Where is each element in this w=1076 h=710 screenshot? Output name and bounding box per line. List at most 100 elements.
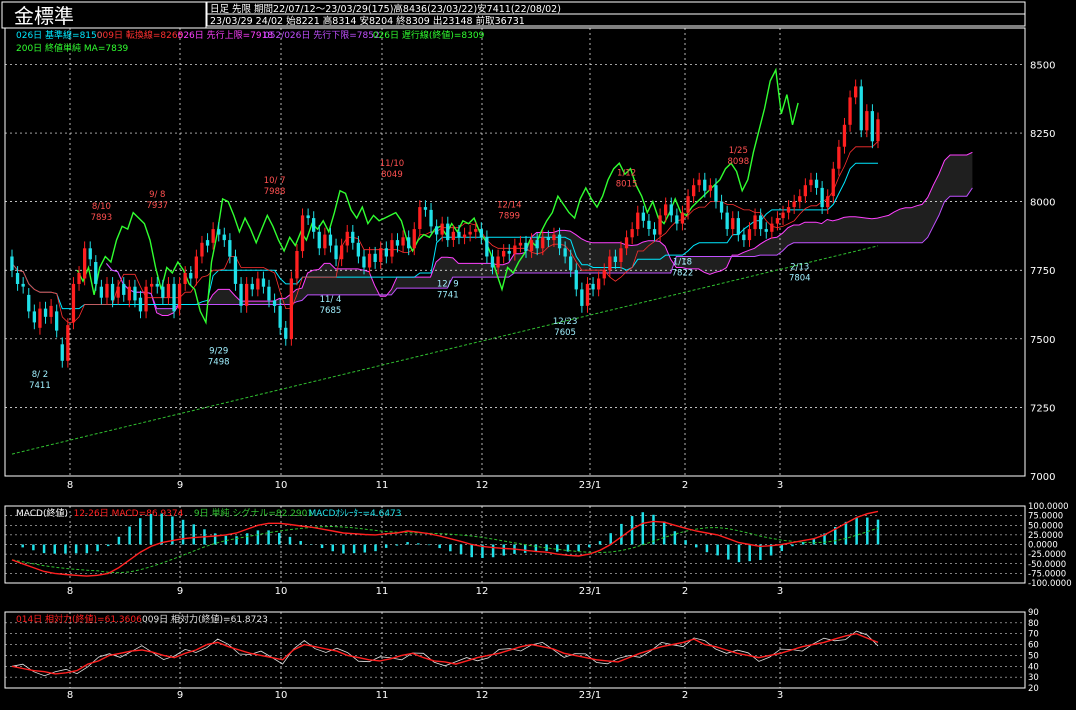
candle-body <box>379 248 383 262</box>
candle-body <box>211 229 215 243</box>
candle-body <box>820 187 824 208</box>
candle-body <box>390 240 394 257</box>
annotation-date: 8/10 <box>92 202 111 212</box>
candle-body <box>99 286 103 298</box>
x-tick-label: 10 <box>275 586 288 597</box>
candle-body <box>194 256 198 279</box>
candle-body <box>747 229 752 241</box>
candle-body <box>110 283 115 301</box>
candle-body <box>245 283 249 306</box>
candle-body <box>122 283 126 295</box>
candle-body <box>753 215 757 230</box>
candle-body <box>781 212 785 219</box>
rsi-legend-item: 009日 相対力(終値)=61.8723 <box>142 613 268 625</box>
macd-y-label: -100.0000 <box>1028 579 1072 589</box>
annotation-value: 7605 <box>554 328 576 338</box>
macd-y-label: 25.0000 <box>1028 531 1063 541</box>
y-tick-label: 8000 <box>1030 198 1055 209</box>
candle-body <box>474 229 478 232</box>
candle-body <box>814 179 819 188</box>
rsi-y-label: 90 <box>1028 608 1039 618</box>
candle-body <box>719 201 724 213</box>
candle-body <box>278 305 282 328</box>
macd-y-label: 100.0000 <box>1028 502 1069 512</box>
candle-body <box>569 256 573 271</box>
annotation-date: 11/ 4 <box>320 295 342 305</box>
candle-body <box>552 234 556 241</box>
ichimoku-cloud <box>106 152 973 316</box>
candle-body <box>692 185 696 197</box>
candle-body <box>736 218 740 235</box>
annotation-date: 9/ 8 <box>149 190 165 200</box>
candle-body <box>574 270 578 290</box>
annotation-date: 11/10 <box>380 159 405 169</box>
candle-body <box>334 245 338 260</box>
candle-body <box>272 300 277 306</box>
candle-body <box>10 256 14 271</box>
candle-body <box>602 270 606 279</box>
candle-body <box>608 256 612 271</box>
candle-body <box>451 231 455 240</box>
candle-body <box>205 240 210 246</box>
annotation-value: 7893 <box>91 213 113 223</box>
chart-root: 金標準 日足 先限 期間22/07/12～23/03/29(175)高8436(… <box>0 0 1076 706</box>
x-tick-label: 9 <box>177 586 183 597</box>
info-line-2: 23/03/29 24/02 始8221 高8314 安8204 終8309 出… <box>210 15 525 27</box>
candle-body <box>686 196 690 213</box>
candle-body <box>177 283 182 309</box>
annotation-date: 1/18 <box>673 257 692 267</box>
price-legend-item: 052/026日 先行下限=7852 <box>264 29 380 41</box>
y-tick-label: 7500 <box>1030 335 1055 346</box>
candle-body <box>742 234 746 241</box>
candle-body <box>395 240 400 246</box>
candle-body <box>636 212 640 230</box>
candle-body <box>775 218 780 224</box>
annotation-date: 12/ 9 <box>437 280 459 290</box>
macd-signal-line <box>11 525 879 574</box>
annotation-value: 7411 <box>29 381 51 391</box>
candle-body <box>49 305 53 317</box>
rsi-y-label: 50 <box>1028 651 1039 661</box>
candle-body <box>496 256 500 268</box>
macd-legend-item: 9日 単純 シグナル=82.2901 <box>194 507 313 519</box>
candle-body <box>356 242 360 257</box>
candle-body <box>161 286 165 298</box>
rsi9-line <box>11 630 879 677</box>
candle-body <box>541 237 545 249</box>
annotation-value: 7937 <box>146 201 168 211</box>
y-tick-label: 7000 <box>1030 472 1055 483</box>
macd-legend-item: MACDｵｼﾚｰﾀｰ=4.6473 <box>309 508 402 519</box>
candle-body <box>479 229 483 238</box>
candle-body <box>703 179 707 191</box>
x-tick-label: 23/1 <box>579 586 601 597</box>
rsi-y-label: 40 <box>1028 662 1039 672</box>
candle-body <box>680 212 685 224</box>
price-legend-item: 009日 転換線=8265 <box>97 29 184 41</box>
candle-body <box>770 223 774 232</box>
x-tick-label: 9 <box>177 690 183 701</box>
price-legend-item: 026日 遅行線(終値)=8309 <box>373 29 485 41</box>
candle-body <box>429 209 433 227</box>
candle-body <box>585 283 590 306</box>
x-tick-label: 8 <box>67 690 73 701</box>
price-legend-item: 026日 先行上限=7918 <box>178 29 274 41</box>
candle-body <box>591 283 595 290</box>
x-tick-label: 8 <box>67 586 73 597</box>
x-tick-label: 11 <box>376 690 389 701</box>
candle-body <box>624 237 629 249</box>
candle-body <box>563 248 567 257</box>
candle-body <box>60 344 64 361</box>
candle-body <box>658 215 662 235</box>
candle-body <box>155 283 159 287</box>
candle-body <box>367 253 372 268</box>
candle-body <box>66 325 70 361</box>
candle-body <box>150 283 154 287</box>
x-tick-label: 3 <box>777 690 783 701</box>
x-tick-label: 10 <box>275 690 288 701</box>
candle-body <box>652 229 657 235</box>
annotation-value: 8049 <box>381 170 403 180</box>
candle-body <box>345 231 349 246</box>
candle-body <box>312 218 316 232</box>
candle-body <box>328 234 333 246</box>
candle-body <box>462 234 467 238</box>
